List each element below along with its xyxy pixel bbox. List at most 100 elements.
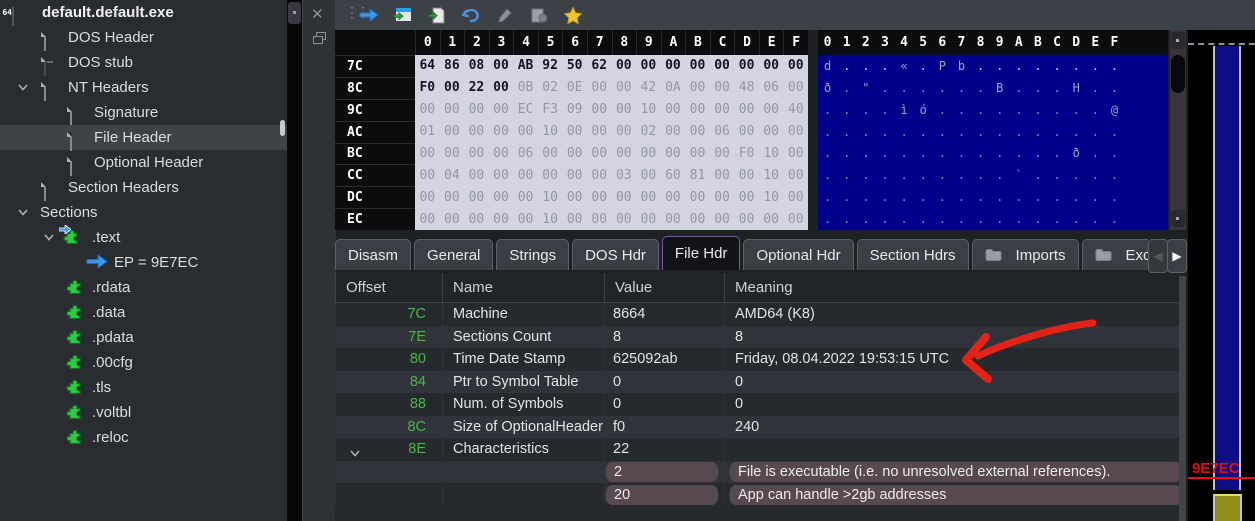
- ascii-char[interactable]: ð: [1067, 143, 1086, 165]
- hex-byte[interactable]: 10: [759, 143, 784, 165]
- ascii-char[interactable]: @: [1105, 99, 1124, 121]
- tree-item-pdata[interactable]: .pdata: [0, 325, 287, 350]
- ascii-char[interactable]: .: [1028, 121, 1047, 143]
- tree-item-reloc[interactable]: .reloc: [0, 425, 287, 450]
- hex-byte[interactable]: 00: [440, 143, 465, 165]
- hex-scrollbar[interactable]: [1170, 30, 1186, 230]
- ascii-char[interactable]: .: [837, 77, 856, 99]
- tree-item-file-header[interactable]: File Header: [0, 125, 287, 150]
- hex-byte[interactable]: 00: [489, 208, 514, 230]
- float-panel-icon[interactable]: [313, 32, 326, 49]
- ascii-char[interactable]: .: [1067, 164, 1086, 186]
- hex-byte[interactable]: 01: [415, 121, 440, 143]
- hex-byte[interactable]: 02: [636, 121, 661, 143]
- hex-byte[interactable]: 00: [661, 121, 686, 143]
- ascii-char[interactable]: .: [990, 121, 1009, 143]
- tree-item-rdata[interactable]: .rdata: [0, 275, 287, 300]
- hex-byte[interactable]: 00: [489, 186, 514, 208]
- hex-byte[interactable]: 02: [538, 77, 563, 99]
- hex-byte[interactable]: 00: [612, 186, 637, 208]
- ascii-char[interactable]: H: [1067, 77, 1086, 99]
- ascii-char[interactable]: .: [914, 164, 933, 186]
- ascii-char[interactable]: .: [875, 208, 894, 230]
- ascii-char[interactable]: .: [1105, 55, 1124, 77]
- hex-byte[interactable]: 48: [734, 77, 759, 99]
- hex-byte[interactable]: 03: [612, 164, 637, 186]
- report-icon[interactable]: [527, 3, 551, 27]
- ascii-char[interactable]: .: [895, 143, 914, 165]
- hex-byte[interactable]: 00: [685, 55, 710, 77]
- hex-byte[interactable]: 00: [489, 55, 514, 77]
- ascii-char[interactable]: .: [895, 186, 914, 208]
- close-icon[interactable]: ✕: [311, 5, 324, 23]
- ascii-char[interactable]: .: [933, 77, 952, 99]
- hex-byte[interactable]: AB: [513, 55, 538, 77]
- ascii-char[interactable]: «: [895, 55, 914, 77]
- hex-byte[interactable]: F0: [734, 143, 759, 165]
- hex-byte[interactable]: 00: [489, 77, 514, 99]
- tree-item-text[interactable]: .text: [0, 225, 287, 250]
- ascii-char[interactable]: .: [1009, 77, 1028, 99]
- ascii-char[interactable]: .: [1048, 164, 1067, 186]
- ascii-char[interactable]: .: [1086, 121, 1105, 143]
- hex-byte[interactable]: 00: [612, 143, 637, 165]
- hex-byte[interactable]: 00: [783, 208, 808, 230]
- ascii-char[interactable]: .: [837, 208, 856, 230]
- hex-byte[interactable]: 10: [759, 186, 784, 208]
- hex-byte[interactable]: 00: [464, 143, 489, 165]
- ascii-char[interactable]: .: [990, 208, 1009, 230]
- tree-item-root[interactable]: 64default.default.exe: [0, 0, 287, 25]
- ascii-char[interactable]: .: [971, 143, 990, 165]
- hex-byte[interactable]: 00: [636, 186, 661, 208]
- hex-byte[interactable]: 00: [759, 208, 784, 230]
- hex-byte[interactable]: 00: [636, 143, 661, 165]
- table-row[interactable]: 7ESections Count88: [335, 326, 1185, 349]
- ascii-char[interactable]: .: [1067, 208, 1086, 230]
- hex-byte[interactable]: 00: [661, 99, 686, 121]
- viz-tail-section-bar[interactable]: [1213, 494, 1242, 521]
- ascii-char[interactable]: .: [914, 121, 933, 143]
- ascii-char[interactable]: .: [895, 164, 914, 186]
- table-row[interactable]: 8ECharacteristics22: [335, 438, 1185, 461]
- ascii-char[interactable]: .: [837, 164, 856, 186]
- ascii-char[interactable]: .: [971, 99, 990, 121]
- tab-general[interactable]: General: [414, 239, 493, 270]
- ascii-char[interactable]: .: [875, 77, 894, 99]
- hex-byte[interactable]: 0A: [661, 77, 686, 99]
- ascii-char[interactable]: .: [933, 164, 952, 186]
- ascii-char[interactable]: .: [1067, 99, 1086, 121]
- hex-byte[interactable]: 86: [440, 55, 465, 77]
- hex-byte[interactable]: 00: [538, 143, 563, 165]
- ascii-char[interactable]: .: [895, 208, 914, 230]
- ascii-char[interactable]: .: [818, 186, 837, 208]
- ascii-char[interactable]: .: [1009, 208, 1028, 230]
- chevron-down-icon[interactable]: [18, 84, 28, 91]
- hex-byte[interactable]: 09: [562, 99, 587, 121]
- ascii-char[interactable]: .: [1086, 55, 1105, 77]
- ascii-char[interactable]: .: [990, 164, 1009, 186]
- ascii-char[interactable]: b: [952, 55, 971, 77]
- ascii-char[interactable]: .: [952, 208, 971, 230]
- hex-byte[interactable]: 00: [685, 143, 710, 165]
- ascii-char[interactable]: .: [856, 99, 875, 121]
- hex-byte[interactable]: 00: [661, 143, 686, 165]
- hex-byte[interactable]: 00: [734, 121, 759, 143]
- hex-byte[interactable]: 00: [440, 208, 465, 230]
- ascii-char[interactable]: .: [1048, 99, 1067, 121]
- hex-byte[interactable]: 00: [734, 186, 759, 208]
- ascii-char[interactable]: .: [971, 55, 990, 77]
- hex-byte[interactable]: 10: [759, 164, 784, 186]
- hex-byte[interactable]: 00: [612, 99, 637, 121]
- hex-byte[interactable]: 00: [612, 77, 637, 99]
- tab-file-hdr[interactable]: File Hdr: [662, 236, 741, 270]
- ascii-char[interactable]: .: [971, 186, 990, 208]
- hex-byte[interactable]: 00: [440, 121, 465, 143]
- hex-dump-panel[interactable]: 0123456789ABCDEF 7C8C9CACBCCCDCEC 648608…: [335, 30, 808, 230]
- splitter-handle[interactable]: [280, 120, 285, 136]
- ascii-char[interactable]: .: [875, 121, 894, 143]
- ascii-char[interactable]: .: [1028, 143, 1047, 165]
- ascii-char[interactable]: .: [1105, 77, 1124, 99]
- tree-item-data[interactable]: .data: [0, 300, 287, 325]
- ascii-char[interactable]: .: [1028, 99, 1047, 121]
- ascii-char[interactable]: .: [1105, 121, 1124, 143]
